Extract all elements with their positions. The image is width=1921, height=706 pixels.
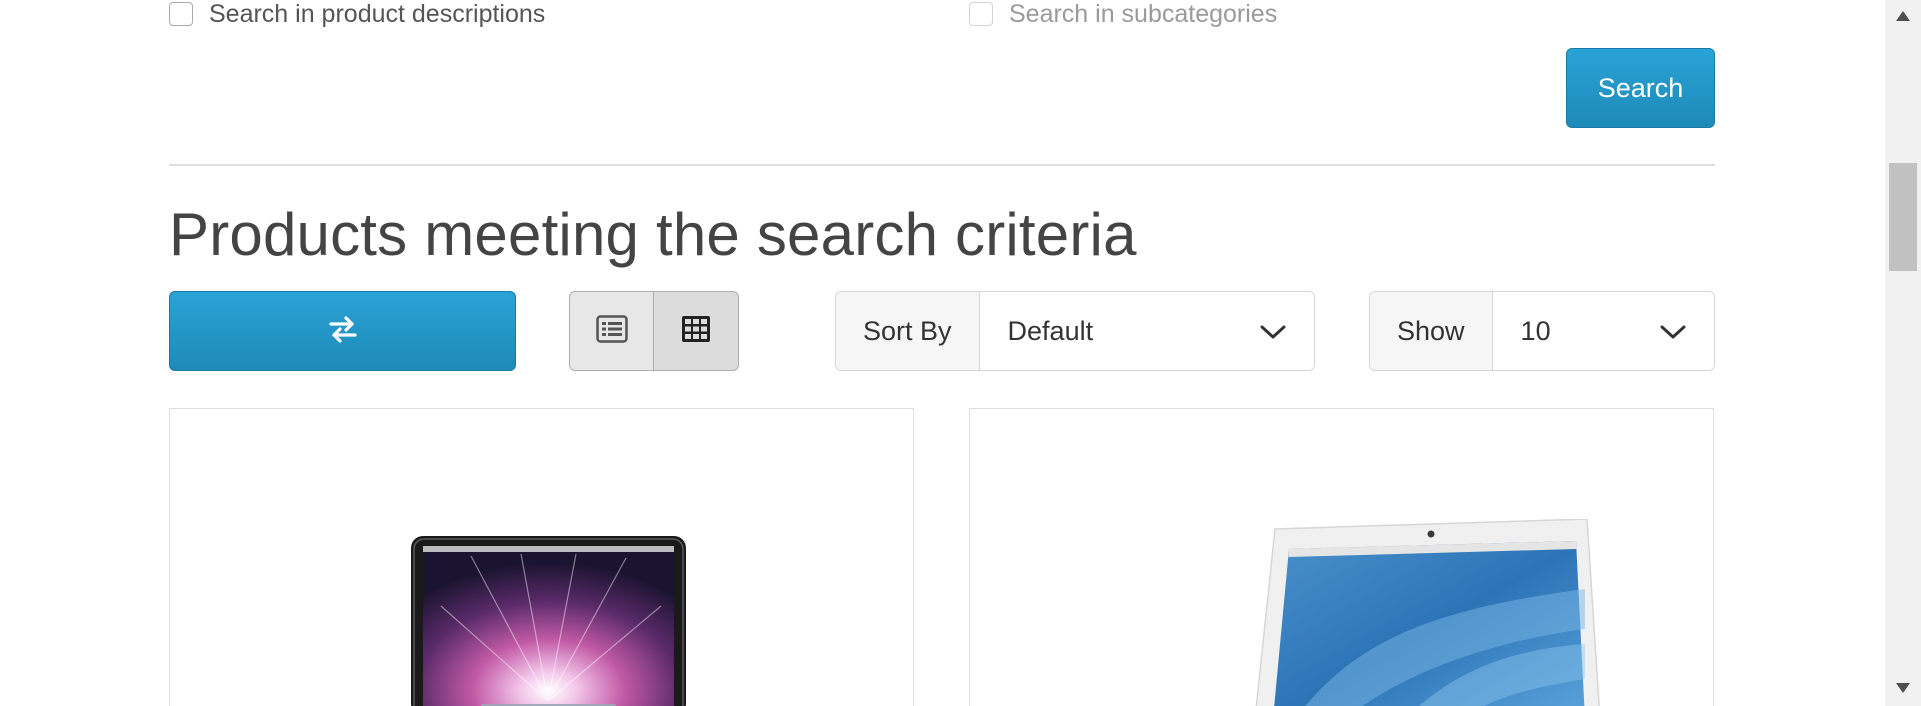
section-divider xyxy=(169,164,1715,166)
scroll-down-button[interactable] xyxy=(1885,672,1921,706)
show-label: Show xyxy=(1370,292,1493,370)
sort-by-select[interactable]: Default xyxy=(979,292,1314,370)
chevron-down-icon xyxy=(1260,316,1286,347)
search-descriptions-label: Search in product descriptions xyxy=(209,0,546,28)
scroll-up-button[interactable] xyxy=(1885,0,1921,34)
show-limit-value: 10 xyxy=(1520,315,1551,346)
view-toggle-group xyxy=(569,291,739,371)
sort-by-control: Sort By Default xyxy=(835,291,1315,371)
sort-by-label: Sort By xyxy=(836,292,980,370)
search-subcategories-checkbox[interactable] xyxy=(969,2,993,26)
show-limit-control: Show 10 xyxy=(1369,291,1715,371)
list-view-icon xyxy=(595,314,628,348)
grid-view-icon xyxy=(681,315,711,348)
chevron-down-icon xyxy=(1660,316,1686,347)
triangle-down-icon xyxy=(1896,680,1910,698)
search-subcategories-option[interactable]: Search in subcategories xyxy=(969,0,1277,28)
product-image-link[interactable] xyxy=(411,536,686,706)
macbook-thumbnail xyxy=(1255,518,1600,706)
scrollbar-thumb[interactable] xyxy=(1889,163,1917,271)
search-button[interactable]: Search xyxy=(1566,48,1715,128)
macbook-pro-thumbnail xyxy=(411,536,686,706)
product-image-link[interactable] xyxy=(1255,518,1600,706)
triangle-up-icon xyxy=(1896,8,1910,26)
grid-view-button[interactable] xyxy=(654,291,739,371)
page-scrollbar[interactable] xyxy=(1885,0,1921,706)
page-title: Products meeting the search criteria xyxy=(169,201,1137,268)
show-limit-select[interactable]: 10 xyxy=(1492,292,1714,370)
search-page-content: Search in product descriptions Search in… xyxy=(169,0,1715,706)
product-compare-button[interactable] xyxy=(169,291,516,371)
search-descriptions-checkbox[interactable] xyxy=(169,2,193,26)
search-descriptions-option[interactable]: Search in product descriptions xyxy=(169,0,545,28)
list-view-button[interactable] xyxy=(569,291,654,371)
search-subcategories-label: Search in subcategories xyxy=(1009,0,1278,28)
sort-by-value: Default xyxy=(1007,315,1094,346)
exchange-arrows-icon xyxy=(328,314,358,349)
product-card xyxy=(169,408,914,706)
product-card xyxy=(969,408,1714,706)
